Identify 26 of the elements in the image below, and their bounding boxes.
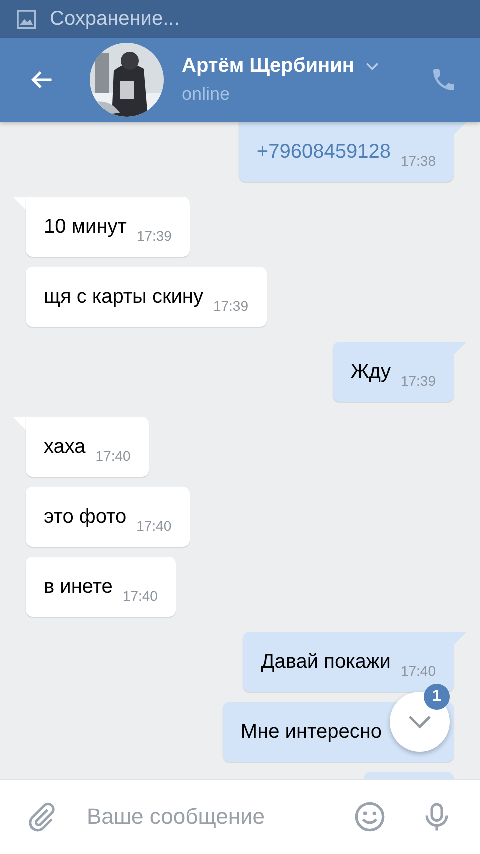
chevron-down-icon xyxy=(408,715,432,729)
phone-link[interactable]: +79608459128 xyxy=(256,140,391,164)
message-text: Мне интересно xyxy=(240,720,382,744)
message-text: хаха xyxy=(44,436,86,458)
smile-icon[interactable] xyxy=(354,801,386,833)
message-time: 17:40 xyxy=(122,588,158,604)
chevron-down-icon[interactable] xyxy=(364,62,380,71)
message-text: Жду xyxy=(350,360,391,384)
message-time: 17:39 xyxy=(213,298,248,314)
contact-status: online xyxy=(182,84,232,105)
message-input[interactable]: Ваше сообщение xyxy=(85,803,354,831)
message-text: щя с карты скину xyxy=(44,286,204,308)
message-time: 17:40 xyxy=(136,518,172,534)
paperclip-icon[interactable] xyxy=(27,802,57,832)
message-time: 17:38 xyxy=(400,153,436,169)
message-time: 17:39 xyxy=(136,228,172,244)
message-text: это фото xyxy=(44,506,127,528)
contact-name[interactable]: Артём Щербинин xyxy=(182,55,354,78)
message-time: 17:39 xyxy=(400,373,436,389)
notification-text: Сохранение... xyxy=(50,8,180,30)
message-text: Давай покажи xyxy=(261,650,391,674)
message-time: 17:40 xyxy=(96,448,131,464)
image-icon xyxy=(17,10,36,28)
message-text: в инете xyxy=(44,576,113,598)
message-text: 10 минут xyxy=(44,216,127,238)
message-time: 17:40 xyxy=(400,663,436,679)
